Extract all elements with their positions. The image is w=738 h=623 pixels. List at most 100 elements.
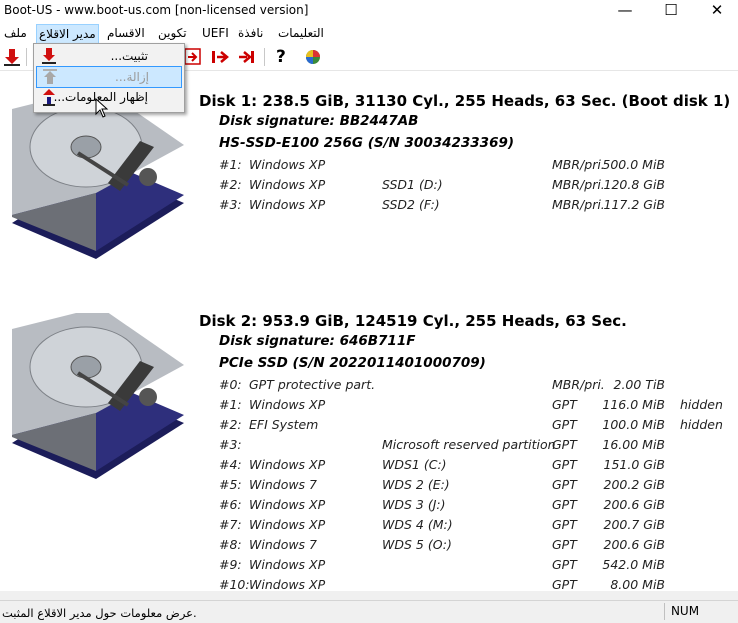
partition-os: GPT protective part.: [249, 377, 376, 392]
disk-2-model: PCIe SSD (S/N 2022011401000709): [219, 355, 486, 371]
partition-label: WDS 3 (J:): [382, 497, 446, 512]
partition-size: 500.0 MiB: [602, 157, 665, 172]
partition-row[interactable]: #2: EFI System GPT 100.0 MiB hidden: [0, 417, 738, 437]
partition-size: 200.2 GiB: [603, 477, 666, 492]
partition-os: Windows 7: [249, 477, 317, 492]
menu-help[interactable]: التعليمات: [278, 26, 324, 40]
partition-row[interactable]: #6: Windows XP WDS 3 (J:) GPT 200.6 GiB: [0, 497, 738, 517]
partition-os: Windows XP: [249, 157, 326, 172]
partition-row[interactable]: #9: Windows XP GPT 542.0 MiB: [0, 557, 738, 577]
menu-item-label: تثبيت...: [110, 49, 148, 63]
partition-label: Microsoft reserved partition: [382, 437, 556, 452]
partition-flag: hidden: [680, 397, 723, 412]
partition-size: 117.2 GiB: [603, 197, 666, 212]
disk-2-header[interactable]: Disk 2: 953.9 GiB, 124519 Cyl., 255 Head…: [199, 312, 627, 330]
install-icon: [42, 48, 56, 64]
partition-row[interactable]: #7: Windows XP WDS 4 (M:) GPT 200.7 GiB: [0, 517, 738, 537]
partition-type: GPT: [552, 477, 577, 492]
menu-item-label: إزالة...: [115, 70, 149, 84]
partition-size: 8.00 MiB: [610, 577, 665, 591]
partition-os: Windows XP: [249, 457, 326, 472]
partition-row[interactable]: #0: GPT protective part. MBR/pri. 2.00 T…: [0, 377, 738, 397]
partition-os: Windows XP: [249, 517, 326, 532]
partition-number: #4:: [219, 457, 242, 472]
partition-number: #9:: [219, 557, 242, 572]
partition-row[interactable]: #10: Windows XP GPT 8.00 MiB: [0, 577, 738, 591]
partition-number: #8:: [219, 537, 242, 552]
menu-uefi[interactable]: UEFI: [202, 26, 229, 40]
disk-view: Disk 1: 238.5 GiB, 31130 Cyl., 255 Heads…: [0, 71, 738, 591]
partition-type: GPT: [552, 437, 577, 452]
partition-os: Windows XP: [249, 557, 326, 572]
partition-size: 200.7 GiB: [603, 517, 666, 532]
horizontal-scrollbar[interactable]: [0, 591, 738, 600]
partition-number: #10:: [219, 577, 250, 591]
help-icon[interactable]: ?: [276, 46, 298, 68]
partition-number: #2:: [219, 177, 242, 192]
menu-bootmgr[interactable]: مدير الاقلاع: [36, 24, 99, 44]
partition-type: GPT: [552, 497, 577, 512]
menu-file[interactable]: ملف: [4, 26, 27, 40]
install-icon[interactable]: [1, 46, 23, 68]
partition-type: GPT: [552, 537, 577, 552]
partition-number: #1:: [219, 397, 242, 412]
partition-size: 116.0 MiB: [602, 397, 665, 412]
partition-type: MBR/pri.: [552, 377, 605, 392]
remove-icon: [43, 69, 57, 84]
menu-partitions[interactable]: الاقسام: [107, 26, 145, 40]
partition-number: #5:: [219, 477, 242, 492]
color-icon[interactable]: [302, 46, 324, 68]
partition-row[interactable]: #2: Windows XP SSD1 (D:) MBR/pri. 120.8 …: [0, 177, 738, 197]
partition-os: Windows XP: [249, 197, 326, 212]
minimize-button[interactable]: —: [602, 0, 648, 22]
partition-label: WDS1 (C:): [382, 457, 447, 472]
partition-size: 151.0 GiB: [603, 457, 666, 472]
partition-label: SSD2 (F:): [382, 197, 440, 212]
partition-type: MBR/pri.: [552, 197, 605, 212]
partition-type: MBR/pri.: [552, 177, 605, 192]
maximize-button[interactable]: ☐: [648, 0, 694, 22]
menu-config[interactable]: تكوين: [158, 26, 187, 40]
partition-row[interactable]: #5: Windows 7 WDS 2 (E:) GPT 200.2 GiB: [0, 477, 738, 497]
boot-left-icon[interactable]: [236, 46, 258, 68]
disk-1-signature: Disk signature: BB2447AB: [219, 113, 419, 129]
partition-row[interactable]: #3: Windows XP SSD2 (F:) MBR/pri. 117.2 …: [0, 197, 738, 217]
close-button[interactable]: ✕: [694, 0, 738, 22]
partition-type: MBR/pri.: [552, 157, 605, 172]
partition-os: Windows XP: [249, 577, 326, 591]
disk-2-signature: Disk signature: 646B711F: [219, 333, 416, 349]
disk-1-model: HS-SSD-E100 256G (S/N 30034233369): [219, 135, 515, 151]
partition-size: 200.6 GiB: [603, 497, 666, 512]
partition-size: 200.6 GiB: [603, 537, 666, 552]
mouse-cursor-icon: [95, 98, 109, 118]
copy-partition-icon[interactable]: [182, 46, 204, 68]
partition-type: GPT: [552, 417, 577, 432]
partition-size: 2.00 TiB: [613, 377, 666, 392]
partition-size: 120.8 GiB: [603, 177, 666, 192]
partition-os: Windows 7: [249, 537, 317, 552]
partition-type: GPT: [552, 557, 577, 572]
partition-label: WDS 4 (M:): [382, 517, 453, 532]
partition-label: WDS 5 (O:): [382, 537, 452, 552]
partition-number: #0:: [219, 377, 242, 392]
menu-item-remove[interactable]: إزالة...: [36, 66, 182, 88]
partition-label: SSD1 (D:): [382, 177, 443, 192]
partition-os: Windows XP: [249, 177, 326, 192]
partition-number: #3:: [219, 437, 242, 452]
disk-1-header[interactable]: Disk 1: 238.5 GiB, 31130 Cyl., 255 Heads…: [199, 92, 730, 110]
partition-type: GPT: [552, 517, 577, 532]
menu-window[interactable]: نافذة: [238, 26, 263, 40]
partition-row[interactable]: #4: Windows XP WDS1 (C:) GPT 151.0 GiB: [0, 457, 738, 477]
partition-row[interactable]: #1: Windows XP MBR/pri. 500.0 MiB: [0, 157, 738, 177]
status-text: عرض معلومات حول مدير الاقلاع المثبت.: [2, 606, 197, 620]
partition-number: #3:: [219, 197, 242, 212]
boot-right-icon[interactable]: [209, 46, 231, 68]
partition-row[interactable]: #1: Windows XP GPT 116.0 MiB hidden: [0, 397, 738, 417]
partition-row[interactable]: #8: Windows 7 WDS 5 (O:) GPT 200.6 GiB: [0, 537, 738, 557]
partition-row[interactable]: #3: Microsoft reserved partition GPT 16.…: [0, 437, 738, 457]
partition-type: GPT: [552, 577, 577, 591]
window-title: Boot-US - www.boot-us.com [non-licensed …: [4, 3, 309, 17]
bootmgr-dropdown: تثبيت... إزالة... إظهار المعلومات...: [33, 43, 185, 113]
partition-flag: hidden: [680, 417, 723, 432]
menu-item-install[interactable]: تثبيت...: [36, 46, 180, 66]
